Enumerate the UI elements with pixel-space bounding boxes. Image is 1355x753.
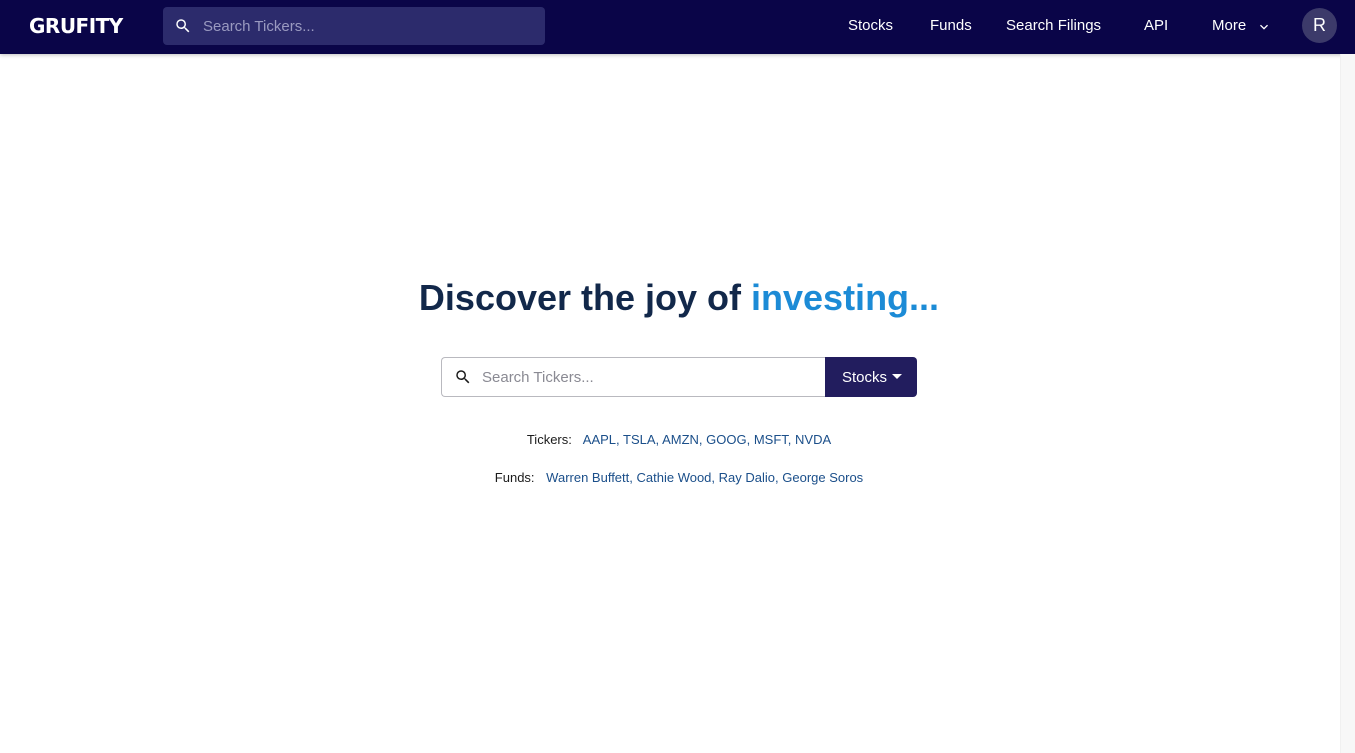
caret-down-icon — [892, 374, 902, 379]
ticker-link-goog[interactable]: GOOG — [706, 432, 746, 447]
main-search-box[interactable] — [441, 357, 825, 397]
fund-link-cathie-wood[interactable]: Cathie Wood — [637, 470, 712, 485]
search-type-dropdown[interactable]: Stocks — [825, 357, 917, 397]
ticker-link-nvda[interactable]: NVDA — [795, 432, 831, 447]
fund-link-george-soros[interactable]: George Soros — [782, 470, 863, 485]
chevron-down-icon[interactable] — [1256, 19, 1272, 35]
ticker-link-tsla[interactable]: TSLA — [623, 432, 656, 447]
hero-title-prefix: Discover the joy of — [418, 277, 752, 318]
ticker-link-aapl[interactable]: AAPL — [583, 432, 616, 447]
fund-link-warren-buffett[interactable]: Warren Buffett — [546, 470, 629, 485]
main-search-input[interactable] — [482, 358, 817, 396]
main-search-bar: Stocks — [441, 357, 917, 397]
ticker-link-amzn[interactable]: AMZN — [662, 432, 699, 447]
ticker-quick-links: Tickers: AAPL, TSLA, AMZN, GOOG, MSFT, N… — [526, 432, 832, 447]
tickers-label: Tickers: — [526, 432, 572, 447]
page-scrollbar[interactable] — [1340, 54, 1355, 753]
fund-link-ray-dalio[interactable]: Ray Dalio — [719, 470, 775, 485]
ticker-link-msft[interactable]: MSFT — [754, 432, 788, 447]
navbar-search-input[interactable] — [203, 7, 533, 45]
fund-quick-links: Funds: Warren Buffett, Cathie Wood, Ray … — [494, 470, 864, 485]
nav-link-stocks[interactable]: Stocks — [848, 17, 893, 35]
top-navbar: GRUFITY Stocks Funds Search Filings API … — [0, 0, 1355, 54]
user-avatar[interactable]: R — [1302, 8, 1337, 43]
grufity-logo[interactable]: GRUFITY — [29, 13, 123, 39]
navbar-search-box[interactable] — [163, 7, 545, 45]
nav-link-search-filings[interactable]: Search Filings — [1006, 17, 1101, 35]
hero-title-accent: investing... — [751, 277, 940, 318]
nav-link-funds[interactable]: Funds — [930, 17, 972, 35]
hero-title: Discover the joy of investing... — [0, 276, 1355, 320]
funds-label: Funds: — [494, 470, 535, 485]
search-icon — [456, 370, 470, 384]
nav-link-more[interactable]: More — [1212, 17, 1246, 35]
search-icon — [176, 19, 190, 33]
search-type-label: Stocks — [842, 369, 888, 386]
nav-link-api[interactable]: API — [1144, 17, 1168, 35]
